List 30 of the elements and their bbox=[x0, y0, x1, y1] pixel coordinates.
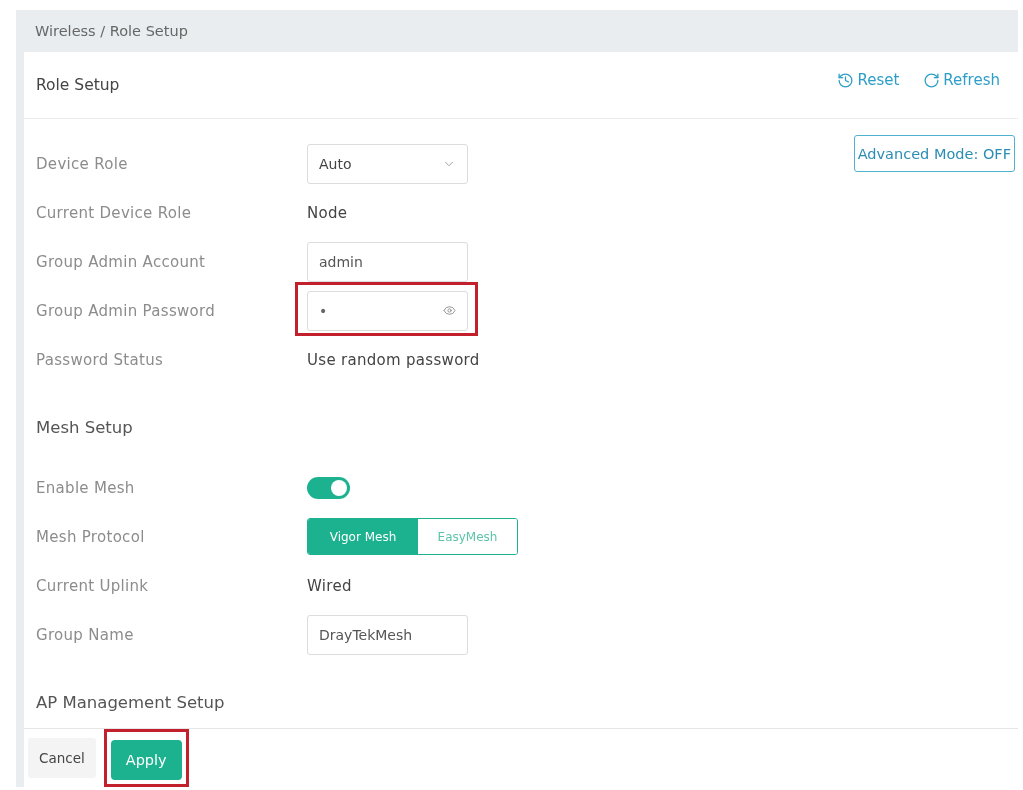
field-label: Password Status bbox=[36, 350, 165, 369]
refresh-link[interactable]: Refresh bbox=[923, 71, 1000, 89]
password-field[interactable]: • bbox=[307, 290, 468, 331]
field-label: Group Admin Password bbox=[36, 301, 217, 320]
toggle-switch[interactable] bbox=[307, 476, 350, 499]
field-label: Device Role bbox=[36, 154, 129, 173]
breadcrumb: Wireless / Role Setup bbox=[35, 23, 188, 39]
apply-button[interactable]: Apply bbox=[110, 740, 182, 780]
field-label: Group Name bbox=[36, 625, 135, 644]
history-icon bbox=[837, 71, 855, 89]
field-label: Current Device Role bbox=[36, 203, 193, 222]
section-title: Mesh Setup bbox=[36, 417, 134, 439]
reset-link[interactable]: Reset bbox=[837, 71, 900, 89]
value-text: Wired bbox=[307, 576, 352, 595]
section-title: AP Management Setup bbox=[36, 692, 226, 714]
value-text: Use random password bbox=[307, 350, 480, 369]
eye-icon[interactable] bbox=[443, 304, 456, 317]
field-label: Mesh Protocol bbox=[36, 527, 146, 546]
select-dropdown[interactable]: Auto bbox=[307, 143, 468, 184]
field-label: Enable Mesh bbox=[36, 478, 136, 497]
field-label: Current Uplink bbox=[36, 576, 150, 595]
text-field[interactable]: admin bbox=[307, 241, 468, 282]
panel-title: Role Setup bbox=[36, 76, 120, 94]
cancel-button[interactable]: Cancel bbox=[28, 738, 96, 778]
text-field[interactable]: DrayTekMesh bbox=[307, 614, 468, 655]
value-text: Node bbox=[307, 203, 348, 222]
advanced-mode-button[interactable]: Advanced Mode: OFF bbox=[853, 135, 1015, 172]
field-label: Group Admin Account bbox=[36, 252, 207, 271]
refresh-icon bbox=[923, 71, 941, 89]
segment-button[interactable]: Vigor Mesh bbox=[308, 519, 418, 554]
